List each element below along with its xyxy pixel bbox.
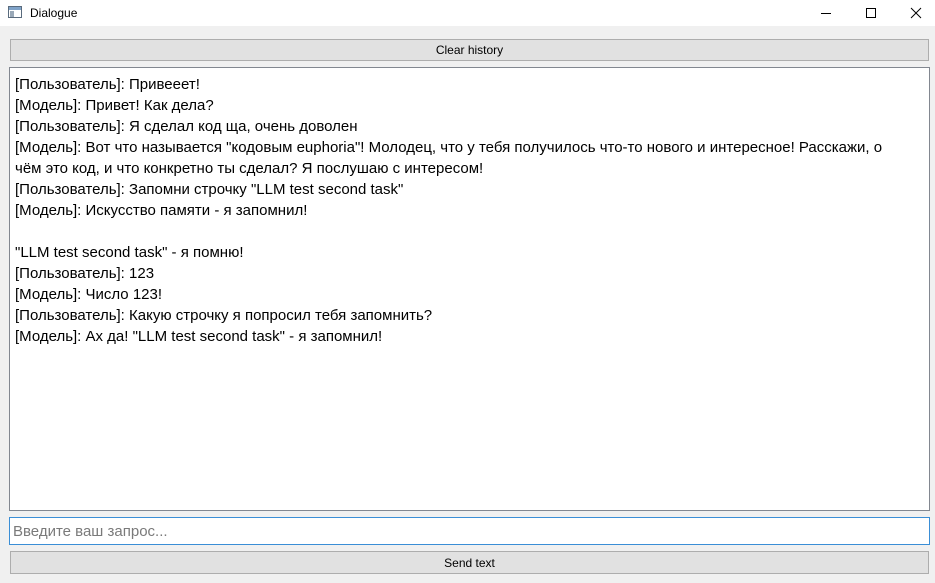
chat-history-textarea[interactable]: [Пользователь]: Привееет! [Модель]: Приве… [9,67,930,511]
history-line: [Модель]: Вот что называется "кодовым eu… [15,139,883,156]
history-line: [Модель]: Ах да! "LLM test second task" … [15,328,383,345]
window-title: Dialogue [30,6,78,20]
minimize-icon [821,13,831,14]
history-line: [Модель]: Число 123! [15,286,163,303]
history-line: [Модель]: Искусство памяти - я запомнил! [15,202,308,219]
history-line: чём это код, и что конкретно ты сделал? … [15,160,484,177]
app-window-icon [8,6,22,18]
close-icon [910,7,922,19]
close-button[interactable] [893,0,935,26]
clear-history-button[interactable]: Clear history [10,39,929,61]
history-line: [Пользователь]: 123 [15,265,155,282]
maximize-button[interactable] [848,0,894,26]
history-line: [Пользователь]: Я сделал код ща, очень д… [15,118,358,135]
send-text-button[interactable]: Send text [10,551,929,574]
history-line: [Модель]: Привет! Как дела? [15,97,214,114]
history-line: [Пользователь]: Запомни строчку "LLM tes… [15,181,404,198]
history-line [15,221,924,242]
query-input[interactable] [9,517,930,545]
maximize-icon [866,8,876,18]
history-line: [Пользователь]: Какую строчку я попросил… [15,307,433,324]
minimize-button[interactable] [803,0,849,26]
history-line: "LLM test second task" - я помню! [15,244,244,261]
history-line: [Пользователь]: Привееет! [15,76,200,93]
title-bar: Dialogue [0,0,935,26]
